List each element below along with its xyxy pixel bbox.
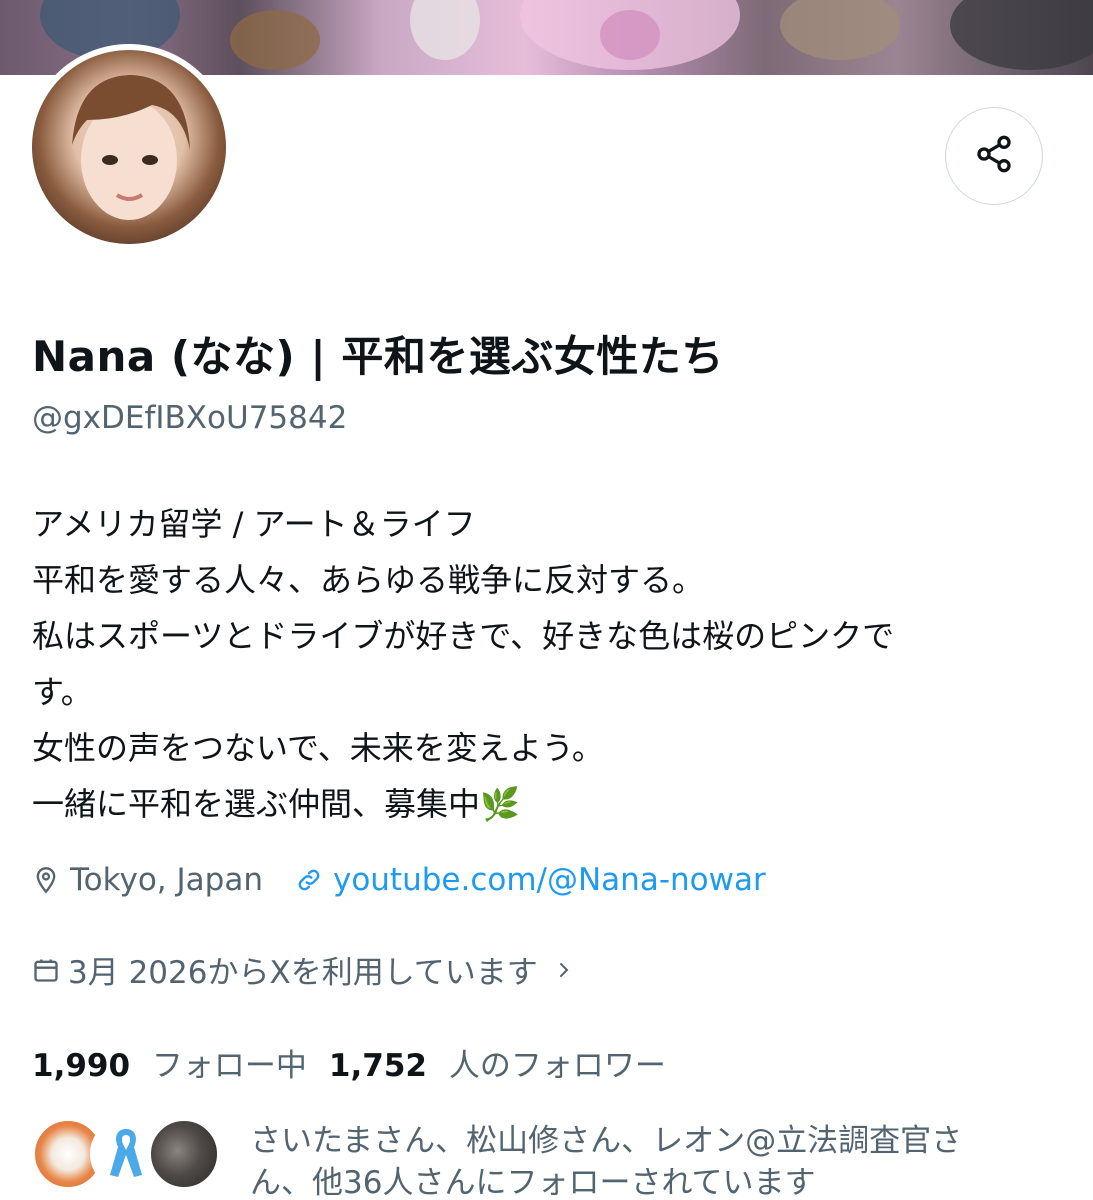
location-text: Tokyo, Japan [70,862,263,898]
profile-bio: アメリカ留学 / アート＆ライフ 平和を愛する人々、あらゆる戦争に反対する。 私… [32,496,1072,832]
followers-count: 1,752 [328,1048,427,1084]
awareness-ribbon-icon [106,1125,146,1183]
user-handle: @gxDEfIBXoU75842 [32,400,348,436]
followers-label: 人のフォロワー [448,1048,666,1084]
following-label: フォロー中 [151,1048,307,1084]
following-count: 1,990 [32,1048,131,1084]
bio-line: アメリカ留学 / アート＆ライフ [32,505,476,543]
following-link[interactable]: 1,990 フォロー中 [32,1040,307,1085]
location-pin-icon [32,863,64,897]
profile-avatar[interactable] [26,44,232,250]
avatar-photo [32,50,226,244]
known-followers[interactable]: さいたまさん、松山修さん、レオン@立法調査官さ ん、他36人さんにフォローされて… [32,1118,1072,1200]
display-name: Nana (なな) | 平和を選ぶ女性たち [32,332,724,381]
link-icon [295,863,327,897]
joined-text: 3月 2026からXを利用しています [68,955,538,991]
profile-meta: Tokyo, Japan youtube.com/@Nana-nowar [32,862,766,898]
known-followers-line: さいたまさん、松山修さん、レオン@立法調査官さ [250,1123,963,1159]
share-icon [974,134,1014,178]
followers-link[interactable]: 1,752 人のフォロワー [329,1040,666,1085]
calendar-icon [32,953,64,987]
follow-stats: 1,990 フォロー中 1,752 人のフォロワー [32,1040,666,1085]
chevron-right-icon [554,958,574,982]
bio-line: 女性の声をつないで、未来を変えよう。 [32,729,604,767]
bio-line: 一緒に平和を選ぶ仲間、募集中🌿 [32,785,520,823]
share-button[interactable] [945,107,1043,205]
known-followers-line: ん、他36人さんにフォローされています [250,1165,816,1200]
website-link[interactable]: youtube.com/@Nana-nowar [295,862,766,898]
follower-avatar [148,1118,220,1190]
known-followers-text: さいたまさん、松山修さん、レオン@立法調査官さ ん、他36人さんにフォローされて… [250,1120,1060,1200]
bio-line: 平和を愛する人々、あらゆる戦争に反対する。 [32,561,705,599]
bio-line: す。 [32,673,93,711]
known-follower-avatars [32,1118,232,1198]
bio-line: 私はスポーツとドライブが好きで、好きな色は桜のピンクで [32,617,895,655]
website-text[interactable]: youtube.com/@Nana-nowar [333,862,766,898]
joined-date-row[interactable]: 3月 2026からXを利用しています [32,947,574,992]
